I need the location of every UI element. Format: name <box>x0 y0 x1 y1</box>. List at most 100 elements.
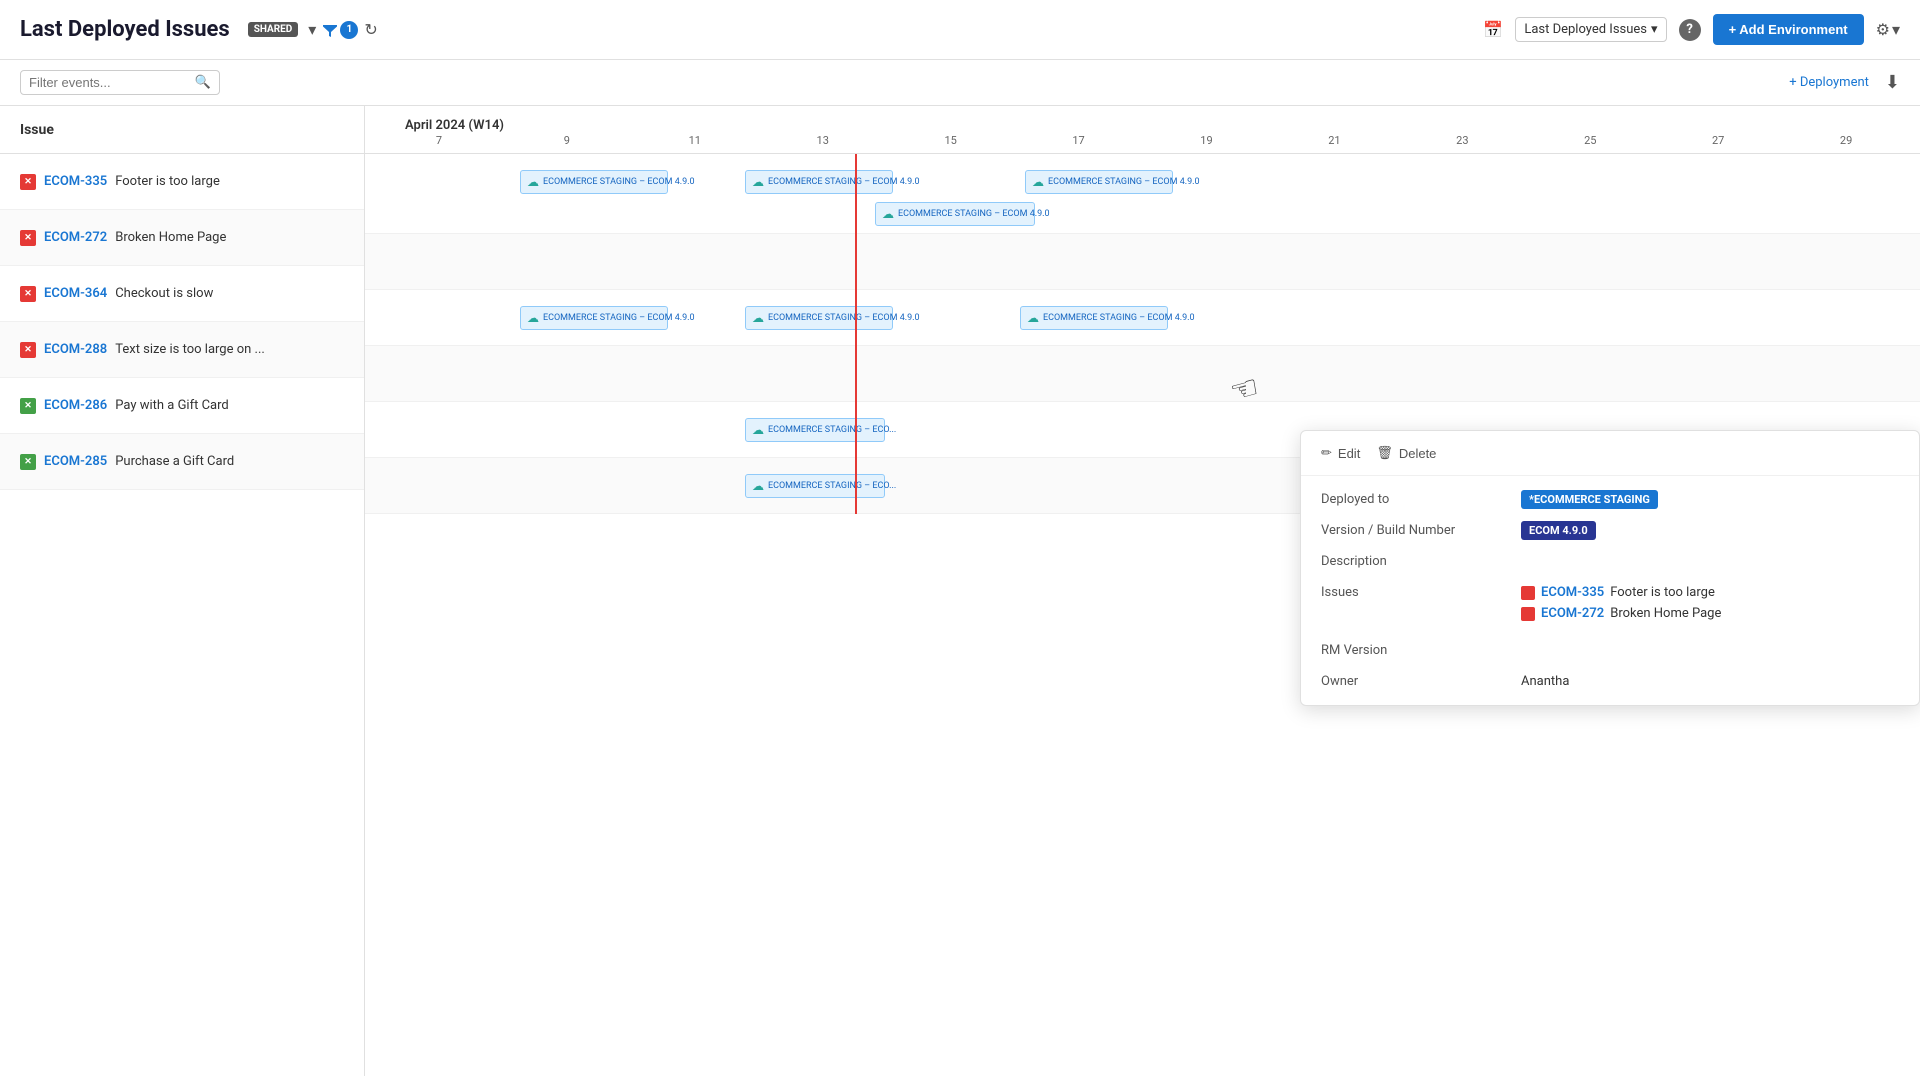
popup-issue-id[interactable]: ECOM-335 <box>1541 585 1604 600</box>
issue-list-item[interactable]: ✕ ECOM-335 Footer is too large <box>0 154 364 210</box>
deployment-bar-label: ECOMMERCE STAGING – ECOM 4.9.0 <box>543 313 695 323</box>
page-title: Last Deployed Issues <box>20 17 230 42</box>
cloud-icon: ☁ <box>752 479 764 493</box>
version-tag: ECOM 4.9.0 <box>1521 521 1596 540</box>
deployment-bar[interactable]: ☁ECOMMERCE STAGING – ECO... <box>745 418 885 442</box>
timeline-date-label: 21 <box>1270 134 1398 153</box>
version-label: Version / Build Number <box>1321 523 1501 538</box>
issues-label: Issues <box>1321 585 1501 600</box>
issue-list-item[interactable]: ✕ ECOM-272 Broken Home Page <box>0 210 364 266</box>
timeline-date-label: 23 <box>1398 134 1526 153</box>
issue-id-link[interactable]: ECOM-364 <box>44 286 107 301</box>
deployed-to-value: *ECOMMERCE STAGING <box>1521 492 1899 507</box>
timeline-issue-row: ☁ECOMMERCE STAGING – ECOM 4.9.0☁ECOMMERC… <box>365 154 1920 234</box>
delete-label: Delete <box>1399 446 1437 461</box>
trash-icon: 🗑 <box>1376 445 1393 461</box>
issue-id-link[interactable]: ECOM-285 <box>44 454 107 469</box>
search-icon: 🔍 <box>195 75 211 90</box>
deployment-bar-label: ECOMMERCE STAGING – ECOM 4.9.0 <box>898 209 1050 219</box>
edit-icon: ✏ <box>1321 445 1332 461</box>
environment-tag: *ECOMMERCE STAGING <box>1521 490 1658 509</box>
popup-issue-status-icon <box>1521 607 1535 621</box>
deployment-bar-label: ECOMMERCE STAGING – ECOM 4.9.0 <box>1048 177 1200 187</box>
popup-issue-id[interactable]: ECOM-272 <box>1541 606 1604 621</box>
issue-status-icon: ✕ <box>20 454 36 470</box>
today-line <box>855 154 857 514</box>
issue-list-item[interactable]: ✕ ECOM-288 Text size is too large on ... <box>0 322 364 378</box>
rm-version-label: RM Version <box>1321 643 1501 658</box>
issue-id-link[interactable]: ECOM-286 <box>44 398 107 413</box>
popup-version-row: Version / Build Number ECOM 4.9.0 <box>1321 523 1899 538</box>
deployment-bar-label: ECOMMERCE STAGING – ECOM 4.9.0 <box>543 177 695 187</box>
view-selector-label: Last Deployed Issues <box>1524 22 1647 37</box>
deployment-bar-label: ECOMMERCE STAGING – ECOM 4.9.0 <box>768 313 920 323</box>
description-label: Description <box>1321 554 1501 569</box>
timeline-date-label: 9 <box>503 134 631 153</box>
deployed-to-label: Deployed to <box>1321 492 1501 507</box>
cloud-icon: ☁ <box>752 175 764 189</box>
deployment-bar[interactable]: ☁ECOMMERCE STAGING – ECOM 4.9.0 <box>745 170 893 194</box>
refresh-icon[interactable]: ↻ <box>364 20 377 39</box>
settings-button[interactable]: ⚙ ▾ <box>1876 20 1900 39</box>
issue-list-panel: Issue ✕ ECOM-335 Footer is too large ✕ E… <box>0 106 365 1076</box>
issue-title: Text size is too large on ... <box>115 342 265 357</box>
download-icon[interactable]: ⬇ <box>1885 72 1900 93</box>
view-selector[interactable]: Last Deployed Issues ▾ <box>1515 17 1666 42</box>
issue-title: Pay with a Gift Card <box>115 398 229 413</box>
deployment-bar[interactable]: ☁ECOMMERCE STAGING – ECO... <box>745 474 885 498</box>
deployment-bar-label: ECOMMERCE STAGING – ECOM 4.9.0 <box>768 177 920 187</box>
issue-list-item[interactable]: ✕ ECOM-286 Pay with a Gift Card <box>0 378 364 434</box>
issue-id-link[interactable]: ECOM-335 <box>44 174 107 189</box>
issue-title: Footer is too large <box>115 174 220 189</box>
issue-id-link[interactable]: ECOM-272 <box>44 230 107 245</box>
filter-events-search[interactable]: 🔍 <box>20 70 220 95</box>
issues-value: ECOM-335 Footer is too large ECOM-272 Br… <box>1521 585 1899 627</box>
version-value: ECOM 4.9.0 <box>1521 523 1899 538</box>
timeline-date-label: 17 <box>1015 134 1143 153</box>
add-deployment-button[interactable]: + Deployment <box>1789 75 1869 90</box>
settings-chevron-icon: ▾ <box>1892 20 1900 39</box>
deployment-bar-label: ECOMMERCE STAGING – ECO... <box>768 425 896 435</box>
edit-button[interactable]: ✏ Edit <box>1321 445 1360 461</box>
edit-label: Edit <box>1338 446 1360 461</box>
popup-issue-status-icon <box>1521 586 1535 600</box>
timeline-date-label: 15 <box>887 134 1015 153</box>
timeline-date-label: 11 <box>631 134 759 153</box>
owner-label: Owner <box>1321 674 1501 689</box>
cloud-icon: ☁ <box>527 311 539 325</box>
timeline-date-label: 25 <box>1526 134 1654 153</box>
add-environment-button[interactable]: + Add Environment <box>1713 14 1864 45</box>
dropdown-arrow-icon[interactable]: ▾ <box>308 20 316 39</box>
popup-issue-link[interactable]: ECOM-335 Footer is too large <box>1521 585 1899 600</box>
issue-status-icon: ✕ <box>20 342 36 358</box>
issue-status-icon: ✕ <box>20 398 36 414</box>
deployment-bar[interactable]: ☁ECOMMERCE STAGING – ECOM 4.9.0 <box>520 306 668 330</box>
cloud-icon: ☁ <box>752 311 764 325</box>
filter-button[interactable]: 1 <box>322 21 358 39</box>
issue-list-item[interactable]: ✕ ECOM-285 Purchase a Gift Card <box>0 434 364 490</box>
calendar-icon: 📅 <box>1483 20 1503 39</box>
deployment-bar[interactable]: ☁ECOMMERCE STAGING – ECOM 4.9.0 <box>745 306 893 330</box>
issue-title: Broken Home Page <box>115 230 226 245</box>
popup-issue-link[interactable]: ECOM-272 Broken Home Page <box>1521 606 1899 621</box>
popup-issue-title: Broken Home Page <box>1610 606 1721 621</box>
issue-status-icon: ✕ <box>20 174 36 190</box>
issue-list-item[interactable]: ✕ ECOM-364 Checkout is slow <box>0 266 364 322</box>
cloud-icon: ☁ <box>1027 311 1039 325</box>
popup-deployed-to-row: Deployed to *ECOMMERCE STAGING <box>1321 492 1899 507</box>
deployment-bar-secondary[interactable]: ☁ECOMMERCE STAGING – ECOM 4.9.0 <box>875 202 1035 226</box>
deployment-bar[interactable]: ☁ECOMMERCE STAGING – ECOM 4.9.0 <box>520 170 668 194</box>
popup-actions-bar: ✏ Edit 🗑 Delete <box>1301 431 1919 476</box>
delete-button[interactable]: 🗑 Delete <box>1376 445 1436 461</box>
issue-column-header: Issue <box>0 106 364 154</box>
filter-count-badge: 1 <box>340 21 358 39</box>
deployment-bar[interactable]: ☁ECOMMERCE STAGING – ECOM 4.9.0 <box>1025 170 1173 194</box>
deployment-bar[interactable]: ☁ECOMMERCE STAGING – ECOM 4.9.0 <box>1020 306 1168 330</box>
help-icon[interactable]: ? <box>1679 19 1701 41</box>
issue-id-link[interactable]: ECOM-288 <box>44 342 107 357</box>
timeline-issue-row <box>365 346 1920 402</box>
search-input[interactable] <box>29 75 189 90</box>
timeline-issue-row: ☁ECOMMERCE STAGING – ECOM 4.9.0☁ECOMMERC… <box>365 290 1920 346</box>
shared-badge: SHARED <box>248 22 299 37</box>
cloud-icon: ☁ <box>1032 175 1044 189</box>
